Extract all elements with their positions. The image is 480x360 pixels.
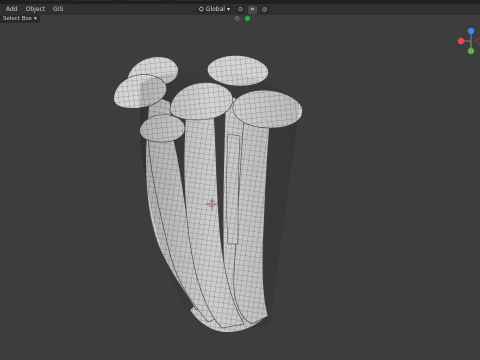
menu-add[interactable]: Add	[6, 6, 18, 13]
chevron-down-icon: ▾	[226, 6, 230, 13]
orientation-dropdown[interactable]: ⛭ Global ▾	[196, 5, 233, 14]
viewport-header: Add Object GIS ⛭ Global ▾ ⊙ ⌗ ◎	[0, 4, 480, 15]
transform-tools: ⛭ Global ▾ ⊙ ⌗ ◎	[196, 5, 269, 14]
workspace-tab[interactable]	[174, 0, 214, 1]
green-dot-icon	[244, 16, 250, 21]
proportional-edit-icon[interactable]: ◎	[259, 5, 269, 14]
workspace-tab[interactable]	[24, 0, 64, 1]
chevron-down-icon: ▾	[33, 16, 37, 22]
menu-gis[interactable]: GIS	[53, 6, 63, 13]
snap-icon[interactable]: ⌗	[247, 5, 257, 14]
3d-viewport[interactable]	[0, 24, 480, 360]
select-box-label: Select Box	[3, 16, 32, 22]
pivot-icon[interactable]: ⊙	[235, 5, 245, 14]
overlay-icon[interactable]: ◇	[233, 15, 241, 22]
mesh-shading	[140, 70, 300, 333]
workspace-tab[interactable]	[124, 0, 164, 1]
orientation-icon: ⛭	[199, 5, 204, 13]
menu-object[interactable]: Object	[26, 6, 46, 13]
visibility-buttons: ◇	[233, 15, 251, 22]
workspace-tabs	[24, 0, 214, 1]
gizmo-toggle-icon[interactable]	[243, 15, 251, 22]
select-box-dropdown[interactable]: Select Box ▾	[0, 15, 40, 23]
orientation-label: Global	[205, 6, 225, 13]
mushroom-mesh[interactable]	[113, 55, 303, 333]
workspace-tab[interactable]	[74, 0, 114, 1]
header-menu: Add Object GIS	[6, 6, 63, 13]
tool-settings-bar: Select Box ▾ ◇	[0, 15, 480, 24]
